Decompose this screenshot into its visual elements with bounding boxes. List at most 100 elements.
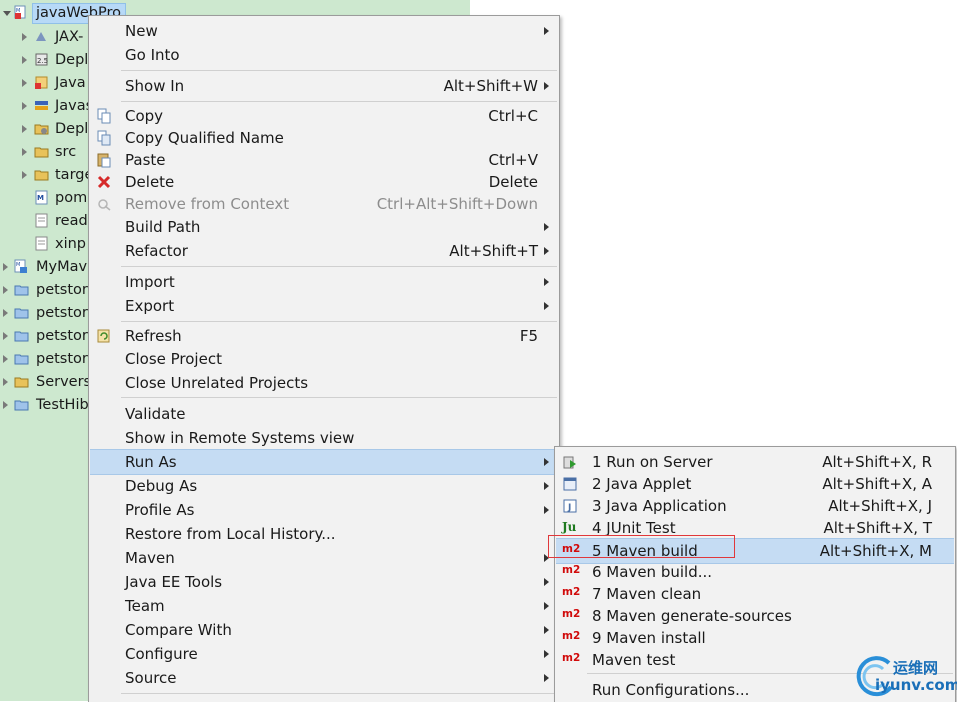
menu-shortcut: Ctrl+C bbox=[488, 107, 538, 125]
menu-label: 9 Maven install bbox=[592, 629, 706, 647]
menu-item-copy[interactable]: Copy Ctrl+C bbox=[90, 104, 558, 128]
expand-arrow-icon[interactable] bbox=[22, 125, 27, 133]
tree-label: read bbox=[55, 213, 88, 229]
menu-item-debug-as[interactable]: Debug As bbox=[90, 474, 558, 498]
java-app-icon: J bbox=[563, 499, 577, 513]
submenu-arrow-icon bbox=[544, 27, 549, 35]
menu-shortcut: Alt+Shift+X, M bbox=[819, 542, 932, 560]
menu-item-java-ee-tools[interactable]: Java EE Tools bbox=[90, 570, 558, 594]
svg-text:M: M bbox=[37, 194, 44, 202]
expand-arrow-icon[interactable] bbox=[3, 378, 8, 386]
menu-item-run-on-server[interactable]: 1 Run on Server Alt+Shift+X, R bbox=[556, 450, 954, 474]
expand-arrow-icon[interactable] bbox=[22, 33, 27, 41]
paste-icon bbox=[97, 153, 111, 168]
menu-item-close-unrelated-projects[interactable]: Close Unrelated Projects bbox=[90, 371, 558, 395]
menu-label: Maven test bbox=[592, 651, 676, 669]
expand-arrow-icon[interactable] bbox=[22, 102, 27, 110]
expand-arrow-icon[interactable] bbox=[22, 171, 27, 179]
menu-item-new[interactable]: New bbox=[90, 19, 558, 43]
deployed-resources-icon bbox=[34, 124, 49, 135]
menu-shortcut: Alt+Shift+X, R bbox=[822, 453, 932, 471]
tree-label: Java bbox=[55, 75, 86, 91]
menu-item-show-in[interactable]: Show In Alt+Shift+W bbox=[90, 74, 558, 98]
menu-separator bbox=[121, 101, 557, 102]
menu-item-build-path[interactable]: Build Path bbox=[90, 215, 558, 239]
menu-label: Close Project bbox=[125, 350, 222, 368]
menu-item-source[interactable]: Source bbox=[90, 666, 558, 690]
expand-arrow-icon[interactable] bbox=[3, 355, 8, 363]
menu-item-export[interactable]: Export bbox=[90, 294, 558, 318]
tree-label: xinp bbox=[55, 236, 87, 252]
menu-separator bbox=[121, 693, 557, 694]
watermark-logo: 运维网 iyunv.com bbox=[853, 653, 957, 701]
expand-arrow-icon[interactable] bbox=[3, 286, 8, 294]
menu-item-maven[interactable]: Maven bbox=[90, 546, 558, 570]
maven-m2-icon: m2 bbox=[562, 586, 581, 598]
menu-item-profile-as[interactable]: Profile As bbox=[90, 498, 558, 522]
menu-item-validate[interactable]: Validate bbox=[90, 402, 558, 426]
menu-label: 1 Run on Server bbox=[592, 453, 713, 471]
menu-label: Configure bbox=[125, 645, 198, 663]
web-project-icon: M bbox=[14, 5, 26, 19]
expand-arrow-icon[interactable] bbox=[3, 401, 8, 409]
collapse-arrow-icon[interactable] bbox=[3, 11, 11, 16]
copy-qualified-icon bbox=[97, 130, 111, 146]
menu-item-copy-qualified-name[interactable]: Copy Qualified Name bbox=[90, 126, 558, 150]
menu-item-restore-local-history[interactable]: Restore from Local History... bbox=[90, 522, 558, 546]
menu-label: Copy Qualified Name bbox=[125, 129, 284, 147]
menu-item-java-applet[interactable]: 2 Java Applet Alt+Shift+X, A bbox=[556, 472, 954, 496]
submenu-arrow-icon bbox=[544, 578, 549, 586]
menu-item-delete[interactable]: Delete Delete bbox=[90, 170, 558, 194]
remove-context-icon bbox=[98, 199, 111, 211]
menu-item-paste[interactable]: Paste Ctrl+V bbox=[90, 148, 558, 172]
text-file-icon bbox=[35, 213, 48, 228]
menu-item-team[interactable]: Team bbox=[90, 594, 558, 618]
menu-item-show-in-remote-systems[interactable]: Show in Remote Systems view bbox=[90, 426, 558, 450]
menu-item-maven-clean[interactable]: m2 7 Maven clean bbox=[556, 582, 954, 606]
menu-item-close-project[interactable]: Close Project bbox=[90, 347, 558, 371]
tree-label: pom bbox=[55, 190, 88, 206]
menu-item-run-as[interactable]: Run As bbox=[90, 449, 558, 475]
menu-label: Close Unrelated Projects bbox=[125, 374, 309, 392]
tree-label: Depl bbox=[55, 121, 89, 137]
expand-arrow-icon[interactable] bbox=[22, 56, 27, 64]
junit-icon: Ju bbox=[562, 520, 577, 534]
menu-item-maven-install[interactable]: m2 9 Maven install bbox=[556, 626, 954, 650]
menu-item-go-into[interactable]: Go Into bbox=[90, 43, 558, 67]
jaxws-icon bbox=[36, 32, 46, 41]
deployment-descriptor-icon: 2.5 bbox=[35, 53, 48, 66]
tree-label: MyMav bbox=[36, 259, 88, 275]
menu-item-maven-generate-sources[interactable]: m2 8 Maven generate-sources bbox=[556, 604, 954, 628]
submenu-arrow-icon bbox=[544, 674, 549, 682]
text-file-icon bbox=[35, 236, 48, 251]
menu-label: Profile As bbox=[125, 501, 195, 519]
javascript-resources-icon bbox=[35, 101, 48, 110]
menu-item-refresh[interactable]: Refresh F5 bbox=[90, 324, 558, 348]
menu-item-refactor[interactable]: Refactor Alt+Shift+T bbox=[90, 239, 558, 263]
menu-item-configure[interactable]: Configure bbox=[90, 642, 558, 666]
menu-label: 6 Maven build... bbox=[592, 563, 713, 581]
pom-file-icon: M bbox=[35, 190, 48, 205]
menu-label: Import bbox=[125, 273, 175, 291]
menu-label: 3 Java Application bbox=[592, 497, 727, 515]
menu-item-java-application[interactable]: J 3 Java Application Alt+Shift+X, J bbox=[556, 494, 954, 518]
expand-arrow-icon[interactable] bbox=[3, 332, 8, 340]
submenu-arrow-icon bbox=[544, 650, 549, 658]
expand-arrow-icon[interactable] bbox=[22, 148, 27, 156]
folder-icon bbox=[14, 377, 29, 388]
tree-label: Depl bbox=[55, 52, 89, 68]
svg-text:J: J bbox=[567, 503, 571, 513]
menu-shortcut: F5 bbox=[519, 327, 538, 345]
menu-label: Java EE Tools bbox=[125, 573, 223, 591]
expand-arrow-icon[interactable] bbox=[3, 309, 8, 317]
menu-item-compare-with[interactable]: Compare With bbox=[90, 618, 558, 642]
watermark-text-cn: 运维网 bbox=[893, 659, 939, 677]
menu-label: Source bbox=[125, 669, 177, 687]
maven-m2-icon: m2 bbox=[562, 630, 581, 642]
copy-icon bbox=[97, 108, 111, 124]
expand-arrow-icon[interactable] bbox=[3, 263, 8, 271]
menu-item-import[interactable]: Import bbox=[90, 270, 558, 294]
expand-arrow-icon[interactable] bbox=[22, 79, 27, 87]
menu-label: 7 Maven clean bbox=[592, 585, 702, 603]
menu-item-maven-build-dialog[interactable]: m2 6 Maven build... bbox=[556, 560, 954, 584]
